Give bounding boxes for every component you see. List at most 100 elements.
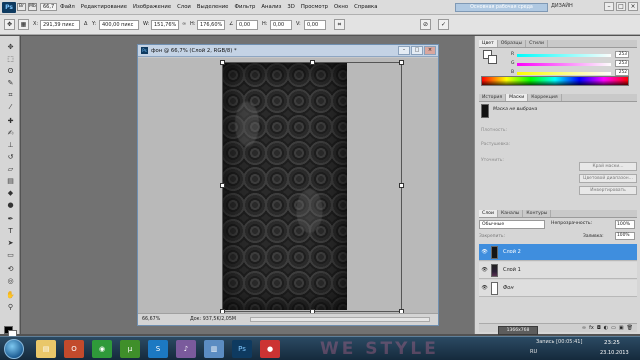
slider-g-value[interactable]: 253 xyxy=(615,60,629,67)
menu-window[interactable]: Окно xyxy=(331,4,351,10)
history-brush-icon[interactable]: ↺ xyxy=(5,152,16,162)
delete-layer-icon[interactable]: 🗑 xyxy=(627,324,633,332)
menu-help[interactable]: Справка xyxy=(351,4,380,10)
slider-b-value[interactable]: 252 xyxy=(615,69,629,76)
blend-mode-select[interactable]: Обычные xyxy=(479,220,545,229)
warp-icon[interactable]: ⌗ xyxy=(334,19,345,30)
tab-channels[interactable]: Каналы xyxy=(498,210,524,217)
cancel-transform-icon[interactable]: ⊘ xyxy=(420,19,431,30)
folder-icon[interactable]: ▥ xyxy=(204,340,224,358)
clock-time[interactable]: 23:25 xyxy=(604,340,620,346)
slider-g-track[interactable] xyxy=(517,63,611,66)
mask-edge-button[interactable]: Край маски... xyxy=(579,162,637,171)
h-skew-field[interactable]: 0,00 xyxy=(270,20,292,30)
eraser-icon[interactable]: ▱ xyxy=(5,164,16,174)
shape-tool-icon[interactable]: ▭ xyxy=(5,250,16,260)
type-tool-icon[interactable]: T xyxy=(5,226,16,236)
eyedropper-icon[interactable]: ⁄ xyxy=(5,102,16,112)
media-icon[interactable]: ♪ xyxy=(176,340,196,358)
menu-view[interactable]: Просмотр xyxy=(298,4,331,10)
opera-icon[interactable]: O xyxy=(64,340,84,358)
angle-field[interactable]: 0,00 xyxy=(236,20,258,30)
transform-handle-t[interactable] xyxy=(310,60,315,65)
layer-row[interactable]: 👁 Фон xyxy=(479,280,637,297)
color-spectrum[interactable] xyxy=(481,76,629,86)
menu-zoom-level[interactable]: 66,7 xyxy=(40,3,58,11)
photoshop-taskbar-icon[interactable]: Ps xyxy=(232,340,252,358)
hand-tool-icon[interactable]: ✋ xyxy=(5,290,16,300)
transform-handle-tr[interactable] xyxy=(399,60,404,65)
document-size[interactable]: Док: 937,5K/2,05M xyxy=(190,314,236,325)
eye-icon[interactable]: 👁 xyxy=(481,285,488,291)
healing-brush-icon[interactable]: ✚ xyxy=(5,116,16,126)
reference-point-icon[interactable]: ▦ xyxy=(18,19,29,30)
pen-tool-icon[interactable]: ✒ xyxy=(5,214,16,224)
transform-handle-tl[interactable] xyxy=(220,60,225,65)
opacity-field[interactable]: 100% xyxy=(615,220,635,229)
transform-handle-r[interactable] xyxy=(399,183,404,188)
chrome-icon[interactable]: ◉ xyxy=(92,340,112,358)
delta-icon[interactable]: Δ xyxy=(84,20,87,30)
tab-adjustments[interactable]: Коррекция xyxy=(528,94,562,101)
tab-layers[interactable]: Слои xyxy=(479,210,498,217)
menu-edit[interactable]: Редактирование xyxy=(78,4,130,10)
doc-close-icon[interactable]: × xyxy=(424,46,436,55)
close-icon[interactable]: × xyxy=(628,2,638,11)
menu-filter[interactable]: Фильтр xyxy=(231,4,258,10)
v-skew-field[interactable]: 0,00 xyxy=(304,20,326,30)
workspace-switcher[interactable]: Основная рабочая среда xyxy=(455,3,548,12)
fill-field[interactable]: 100% xyxy=(615,232,635,240)
x-field[interactable]: 291,39 пикс xyxy=(40,20,80,30)
skype-icon[interactable]: S xyxy=(148,340,168,358)
utorrent-icon[interactable]: µ xyxy=(120,340,140,358)
brush-tool-icon[interactable]: ✍ xyxy=(5,128,16,138)
recorder-icon[interactable]: ● xyxy=(260,340,280,358)
invert-button[interactable]: Инвертировать xyxy=(579,186,637,195)
eye-icon[interactable]: 👁 xyxy=(481,267,488,273)
dodge-tool-icon[interactable]: ● xyxy=(5,200,16,210)
layer-style-icon[interactable]: fx xyxy=(589,324,594,332)
slider-g[interactable]: G 253 xyxy=(511,60,637,67)
tab-history[interactable]: История xyxy=(479,94,507,101)
gradient-tool-icon[interactable]: ▤ xyxy=(5,176,16,186)
document-canvas[interactable] xyxy=(138,58,438,314)
adjustment-layer-icon[interactable]: ◐ xyxy=(604,324,608,332)
menu-layers[interactable]: Слои xyxy=(174,4,194,10)
minimize-icon[interactable]: – xyxy=(604,2,614,11)
minibridge-icon[interactable]: Mb xyxy=(28,3,37,11)
tab-paths[interactable]: Контуры xyxy=(523,210,552,217)
slider-r-value[interactable]: 253 xyxy=(615,51,629,58)
quick-select-icon[interactable]: ✎ xyxy=(5,78,16,88)
explorer-icon[interactable]: ▤ xyxy=(36,340,56,358)
zoom-tool-icon[interactable]: ⚲ xyxy=(5,302,16,312)
move-tool-icon[interactable]: ✥ xyxy=(5,42,16,52)
clock-date[interactable]: 23.10.2013 xyxy=(600,350,629,356)
layer-row[interactable]: 👁 Слой 2 xyxy=(479,244,637,261)
tab-styles[interactable]: Стили xyxy=(526,40,548,47)
color-bg-swatch[interactable] xyxy=(488,55,497,64)
new-layer-icon[interactable]: ▣ xyxy=(619,324,624,332)
commit-transform-icon[interactable]: ✓ xyxy=(438,19,449,30)
bridge-icon[interactable]: Br xyxy=(17,3,26,11)
slider-b-track[interactable] xyxy=(517,72,611,75)
doc-maximize-icon[interactable]: □ xyxy=(411,46,423,55)
width-field[interactable]: 151,76% xyxy=(151,20,179,30)
slider-r[interactable]: R 253 xyxy=(511,51,637,58)
menu-file[interactable]: Файл xyxy=(57,4,78,10)
menu-image[interactable]: Изображение xyxy=(130,4,174,10)
doc-minimize-icon[interactable]: – xyxy=(398,46,410,55)
maximize-icon[interactable]: □ xyxy=(616,2,626,11)
menu-3d[interactable]: 3D xyxy=(284,4,297,10)
eye-icon[interactable]: 👁 xyxy=(481,249,488,255)
y-field[interactable]: 400,00 пикс xyxy=(99,20,139,30)
free-transform-box[interactable] xyxy=(220,60,404,314)
3d-rotate-icon[interactable]: ⟲ xyxy=(5,264,16,274)
tab-masks[interactable]: Маски xyxy=(506,94,529,101)
new-group-icon[interactable]: ▭ xyxy=(611,324,616,332)
height-field[interactable]: 176,60% xyxy=(197,20,225,30)
workspace-design-label[interactable]: ДИЗАЙН xyxy=(551,3,573,9)
add-mask-icon[interactable]: ◘ xyxy=(597,324,601,332)
tab-color[interactable]: Цвет xyxy=(479,40,498,47)
marquee-tool-icon[interactable]: ⬚ xyxy=(5,54,16,64)
language-indicator[interactable]: RU xyxy=(530,349,537,355)
